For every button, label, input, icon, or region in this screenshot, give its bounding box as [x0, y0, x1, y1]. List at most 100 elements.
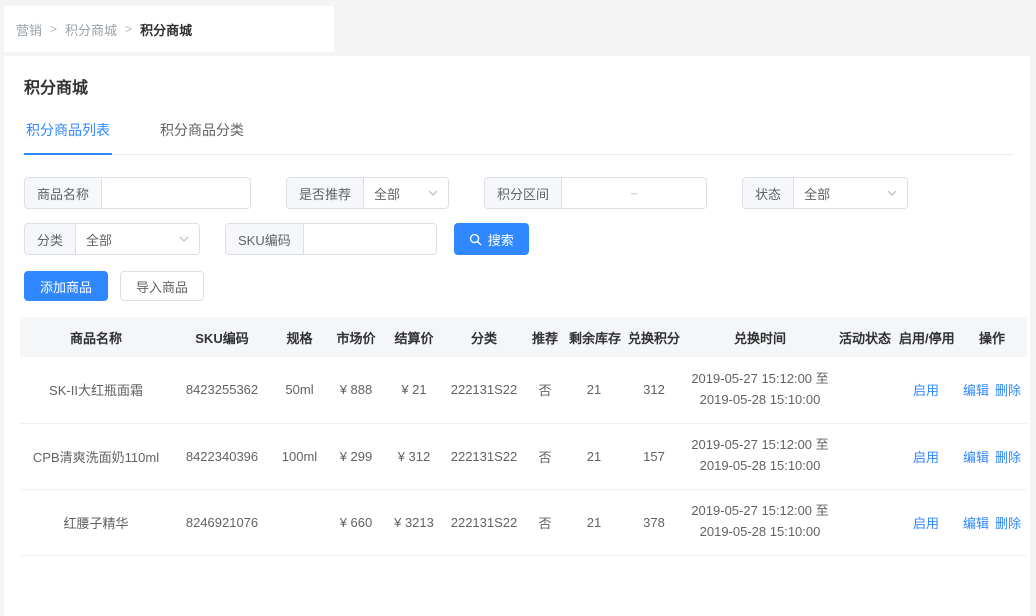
cell-market-price: ¥ 888 [327, 357, 385, 423]
cell-product-name: SK-II大红瓶面霜 [20, 357, 172, 423]
points-range-field: 积分区间 [484, 177, 707, 209]
delete-link[interactable]: 删除 [995, 383, 1021, 398]
header-operations: 操作 [957, 317, 1027, 357]
breadcrumb-item-points-mall[interactable]: 积分商城 [65, 20, 117, 39]
products-table: 商品名称 SKU编码 规格 市场价 结算价 分类 推荐 剩余库存 兑换积分 兑换… [20, 317, 1027, 556]
search-button[interactable]: 搜索 [454, 223, 529, 255]
product-name-label: 商品名称 [25, 178, 102, 208]
delete-link[interactable]: 删除 [995, 516, 1021, 531]
header-stock: 剩余库存 [565, 317, 623, 357]
breadcrumb-separator: > [125, 22, 132, 36]
edit-link[interactable]: 编辑 [963, 383, 989, 398]
header-settle-price: 结算价 [385, 317, 443, 357]
tab-points-product-category[interactable]: 积分商品分类 [158, 120, 246, 154]
cell-activity-status [835, 357, 895, 423]
status-field: 状态 全部 [742, 177, 908, 209]
time-end: 2019-05-28 15:10:00 [689, 456, 831, 477]
filter-form: 商品名称 是否推荐 全部 积分区间 状态 全部 [20, 177, 1014, 255]
header-market-price: 市场价 [327, 317, 385, 357]
header-activity-status: 活动状态 [835, 317, 895, 357]
chevron-down-icon [179, 236, 189, 242]
cell-sku: 8422340396 [172, 423, 272, 489]
category-select[interactable]: 全部 [76, 224, 199, 254]
enable-link[interactable]: 启用 [913, 450, 939, 465]
time-end: 2019-05-28 15:10:00 [689, 522, 831, 543]
enable-link[interactable]: 启用 [913, 516, 939, 531]
tab-points-product-list[interactable]: 积分商品列表 [24, 120, 112, 155]
cell-sku: 8246921076 [172, 489, 272, 555]
cell-recommend: 否 [525, 489, 565, 555]
cell-product-name: CPB清爽洗面奶110ml [20, 423, 172, 489]
header-time: 兑换时间 [685, 317, 835, 357]
status-label: 状态 [743, 178, 794, 208]
cell-time: 2019-05-27 15:12:00 至 2019-05-28 15:10:0… [685, 423, 835, 489]
table-row: SK-II大红瓶面霜 8423255362 50ml ¥ 888 ¥ 21 22… [20, 357, 1027, 423]
sku-input[interactable] [304, 224, 436, 254]
cell-activity-status [835, 489, 895, 555]
edit-link[interactable]: 编辑 [963, 516, 989, 531]
points-mall-page: { "colors": { "accent": "#2f88ff", "page… [0, 0, 1036, 544]
status-select[interactable]: 全部 [794, 178, 907, 208]
cell-time: 2019-05-27 15:12:00 至 2019-05-28 15:10:0… [685, 357, 835, 423]
cell-operations: 编辑删除 [957, 489, 1027, 555]
breadcrumb-item-marketing[interactable]: 营销 [16, 20, 42, 39]
cell-points: 157 [623, 423, 685, 489]
cell-operations: 编辑删除 [957, 357, 1027, 423]
cell-category: 222131S22 [443, 423, 525, 489]
category-label: 分类 [25, 224, 76, 254]
enable-link[interactable]: 启用 [913, 383, 939, 398]
header-sku: SKU编码 [172, 317, 272, 357]
cell-category: 222131S22 [443, 357, 525, 423]
cell-stock: 21 [565, 489, 623, 555]
cell-market-price: ¥ 299 [327, 423, 385, 489]
edit-link[interactable]: 编辑 [963, 450, 989, 465]
header-category: 分类 [443, 317, 525, 357]
breadcrumb-item-current: 积分商城 [140, 20, 192, 39]
sku-label: SKU编码 [226, 224, 304, 254]
recommend-select-value: 全部 [374, 184, 400, 203]
cell-stock: 21 [565, 423, 623, 489]
header-points: 兑换积分 [623, 317, 685, 357]
import-product-button[interactable]: 导入商品 [120, 271, 204, 301]
table-row: CPB清爽洗面奶110ml 8422340396 100ml ¥ 299 ¥ 3… [20, 423, 1027, 489]
filter-row-2: 分类 全部 SKU编码 搜索 [24, 223, 1014, 255]
product-name-field: 商品名称 [24, 177, 251, 209]
table-row: 红腰子精华 8246921076 ¥ 660 ¥ 3213 222131S22 … [20, 489, 1027, 555]
page-title: 积分商城 [20, 74, 1014, 98]
product-name-input[interactable] [102, 178, 250, 208]
sku-field: SKU编码 [225, 223, 437, 255]
cell-stock: 21 [565, 357, 623, 423]
recommend-select[interactable]: 全部 [364, 178, 448, 208]
time-start: 2019-05-27 15:12:00 至 [689, 435, 831, 456]
recommend-field: 是否推荐 全部 [286, 177, 449, 209]
cell-spec: 100ml [272, 423, 327, 489]
points-range-input[interactable] [562, 178, 706, 208]
cell-recommend: 否 [525, 423, 565, 489]
time-start: 2019-05-27 15:12:00 至 [689, 501, 831, 522]
category-field: 分类 全部 [24, 223, 200, 255]
add-product-button[interactable]: 添加商品 [24, 271, 108, 301]
cell-time: 2019-05-27 15:12:00 至 2019-05-28 15:10:0… [685, 489, 835, 555]
cell-enable: 启用 [895, 357, 957, 423]
cell-operations: 编辑删除 [957, 423, 1027, 489]
search-button-label: 搜索 [488, 230, 514, 249]
header-recommend: 推荐 [525, 317, 565, 357]
search-icon [469, 233, 482, 246]
cell-recommend: 否 [525, 357, 565, 423]
chevron-down-icon [887, 190, 897, 196]
category-select-value: 全部 [86, 230, 112, 249]
chevron-down-icon [428, 190, 438, 196]
points-range-label: 积分区间 [485, 178, 562, 208]
cell-points: 312 [623, 357, 685, 423]
table-actions: 添加商品 导入商品 [20, 271, 1014, 301]
cell-points: 378 [623, 489, 685, 555]
header-enable: 启用/停用 [895, 317, 957, 357]
breadcrumb: 营销 > 积分商城 > 积分商城 [4, 6, 334, 52]
header-product-name: 商品名称 [20, 317, 172, 357]
cell-market-price: ¥ 660 [327, 489, 385, 555]
cell-category: 222131S22 [443, 489, 525, 555]
cell-product-name: 红腰子精华 [20, 489, 172, 555]
delete-link[interactable]: 删除 [995, 450, 1021, 465]
cell-settle-price: ¥ 312 [385, 423, 443, 489]
recommend-label: 是否推荐 [287, 178, 364, 208]
